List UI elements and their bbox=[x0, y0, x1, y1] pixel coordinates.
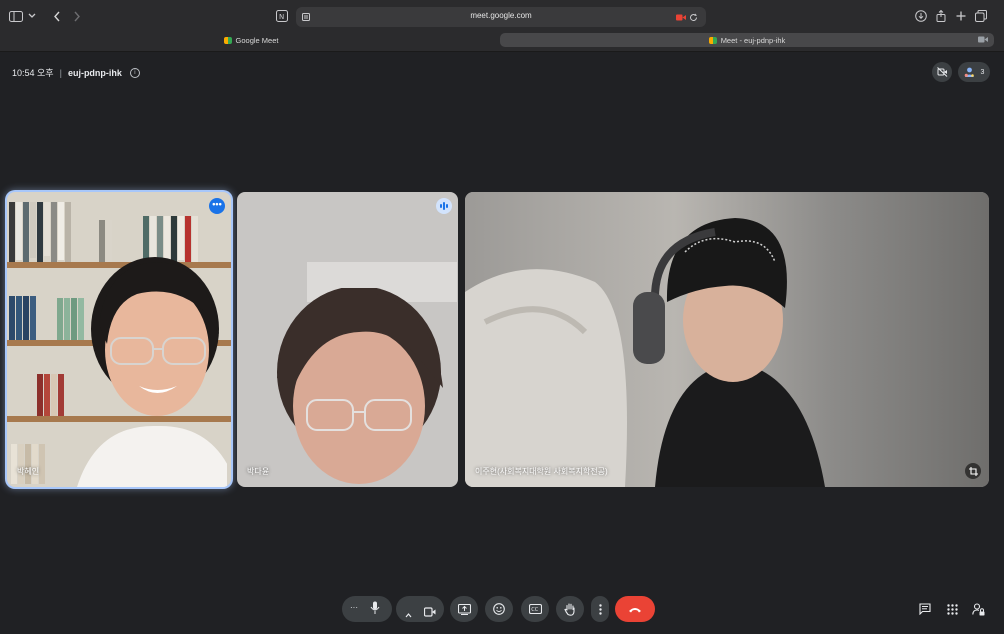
header-actions: 3 bbox=[932, 62, 990, 82]
participant-tile[interactable]: ••• 박혜인 bbox=[7, 192, 231, 487]
apps-grid-icon bbox=[946, 603, 958, 615]
chat-button[interactable] bbox=[916, 600, 934, 618]
meet-favicon-icon bbox=[708, 36, 717, 44]
reload-icon[interactable] bbox=[688, 12, 698, 22]
bookshelf-decor bbox=[37, 374, 64, 416]
activities-button[interactable] bbox=[943, 600, 961, 618]
camera-indicator-icon bbox=[978, 36, 988, 45]
more-horizontal-icon[interactable]: ··· bbox=[350, 603, 358, 612]
mic-control-group: ··· bbox=[342, 596, 392, 622]
call-end-icon bbox=[629, 607, 641, 612]
participant-video bbox=[77, 257, 227, 487]
download-icon[interactable] bbox=[914, 9, 928, 23]
bookshelf-decor bbox=[9, 202, 71, 264]
raise-hand-button[interactable] bbox=[556, 596, 584, 622]
present-button[interactable] bbox=[450, 596, 478, 622]
mic-icon[interactable] bbox=[370, 601, 380, 620]
captions-button[interactable]: CC bbox=[521, 596, 549, 622]
video-camera-icon[interactable] bbox=[423, 604, 436, 622]
end-call-button[interactable] bbox=[615, 596, 655, 622]
more-vertical-icon bbox=[598, 603, 602, 615]
participant-video bbox=[633, 218, 825, 487]
video-off-indicator-icon[interactable] bbox=[932, 62, 952, 82]
more-options-icon[interactable]: ••• bbox=[209, 198, 225, 214]
participant-tile[interactable]: 이주현(사회복지대학원 사회복지학전공) bbox=[465, 192, 989, 487]
people-icon bbox=[964, 67, 974, 77]
participant-name: 이주현(사회복지대학원 사회복지학전공) bbox=[475, 467, 608, 476]
present-screen-icon bbox=[457, 603, 471, 615]
tabs-icon[interactable] bbox=[974, 9, 988, 23]
chevron-up-icon[interactable] bbox=[405, 605, 412, 623]
chat-icon bbox=[919, 603, 931, 615]
participant-video bbox=[277, 288, 443, 484]
participant-name: 박다윤 bbox=[247, 467, 270, 476]
notion-extension-icon[interactable]: N bbox=[275, 9, 289, 23]
tab-label: Google Meet bbox=[235, 35, 279, 45]
more-options-button[interactable] bbox=[591, 596, 609, 622]
crop-icon[interactable] bbox=[965, 463, 981, 479]
meet-favicon-icon bbox=[223, 36, 232, 44]
tab-meet-call[interactable]: Meet - euj-pdnp-ihk bbox=[500, 33, 994, 47]
chevron-down-icon[interactable] bbox=[27, 10, 37, 22]
lock-person-icon bbox=[971, 602, 984, 615]
hand-icon bbox=[564, 602, 575, 616]
meeting-time: 10:54 오후 bbox=[12, 68, 54, 78]
address-bar[interactable]: meet.google.com bbox=[296, 7, 706, 27]
sidebar-icon[interactable] bbox=[8, 9, 24, 23]
header-separator: | bbox=[59, 67, 62, 78]
participant-tile[interactable]: 박다윤 bbox=[237, 192, 458, 487]
plus-icon[interactable] bbox=[954, 9, 968, 23]
chevron-left-icon[interactable] bbox=[50, 9, 64, 23]
participants-button[interactable]: 3 bbox=[958, 62, 990, 82]
participant-name: 박혜인 bbox=[17, 467, 40, 476]
participant-count: 3 bbox=[980, 68, 985, 76]
browser-toolbar: N meet.google.com bbox=[0, 0, 1004, 32]
info-icon[interactable]: i bbox=[129, 67, 140, 78]
share-icon[interactable] bbox=[934, 9, 948, 23]
call-controls: ··· CC bbox=[0, 596, 1004, 622]
chevron-right-icon[interactable] bbox=[70, 9, 84, 23]
meeting-code: euj-pdnp-ihk bbox=[67, 67, 122, 78]
captions-icon: CC bbox=[528, 604, 542, 614]
emoji-button[interactable] bbox=[485, 596, 513, 622]
url-text[interactable]: meet.google.com bbox=[296, 11, 706, 20]
meeting-info: 10:54 오후 | euj-pdnp-ihk i bbox=[12, 66, 140, 79]
camera-control-group bbox=[396, 596, 444, 622]
meet-stage: 10:54 오후 | euj-pdnp-ihk i 3 ••• 박혜인 박다윤 … bbox=[0, 52, 1004, 634]
tab-label: Meet - euj-pdnp-ihk bbox=[720, 35, 786, 45]
bookshelf-decor bbox=[9, 296, 36, 340]
svg-text:CC: CC bbox=[531, 607, 538, 613]
host-controls-button[interactable] bbox=[969, 600, 987, 618]
emoji-icon bbox=[493, 603, 505, 615]
tab-google-meet[interactable]: Google Meet bbox=[6, 33, 496, 47]
camera-recording-icon[interactable] bbox=[676, 12, 686, 22]
speaking-indicator-icon bbox=[436, 198, 452, 214]
bookshelf-decor bbox=[11, 444, 45, 484]
svg-text:N: N bbox=[279, 13, 284, 21]
